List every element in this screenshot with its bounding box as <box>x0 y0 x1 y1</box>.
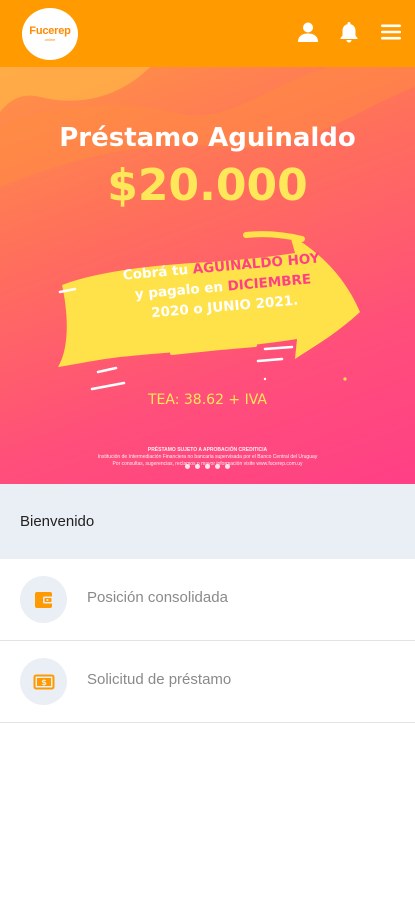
carousel-dot[interactable] <box>205 464 210 469</box>
menu-item-posicion-consolidada[interactable]: Posición consolidada <box>0 559 415 641</box>
carousel-dot[interactable] <box>215 464 220 469</box>
dollar-bill-icon: $ <box>20 658 67 705</box>
carousel-dot[interactable] <box>225 464 230 469</box>
logo-text: Fucerep <box>29 25 71 37</box>
banner-amount: $20.000 <box>107 160 308 211</box>
app-header: Fucerep online <box>0 0 415 67</box>
user-icon[interactable] <box>296 20 320 44</box>
logo-subtext: online <box>44 37 56 42</box>
wallet-icon <box>20 576 67 623</box>
bell-icon[interactable] <box>337 20 361 44</box>
banner-tea: TEA: 38.62 + IVA <box>148 392 267 408</box>
carousel-dot[interactable] <box>185 464 190 469</box>
promo-banner[interactable]: Préstamo Aguinaldo $20.000 Cobrá tu AGUI… <box>0 67 415 484</box>
svg-text:$: $ <box>41 678 47 687</box>
fine-print-line1: Institución de Intermediación Financiera… <box>97 454 318 460</box>
welcome-bar: Bienvenido <box>0 484 415 559</box>
menu-item-solicitud-prestamo[interactable]: $ Solicitud de préstamo <box>0 641 415 723</box>
carousel-dots <box>0 464 415 469</box>
banner-title: Préstamo Aguinaldo <box>59 123 356 153</box>
menu-item-label: Posición consolidada <box>87 589 228 606</box>
fucerep-logo[interactable]: Fucerep online <box>22 8 78 60</box>
fine-print-title: PRÉSTAMO SUJETO A APROBACIÓN CREDITICIA <box>147 447 268 453</box>
carousel-dot[interactable] <box>195 464 200 469</box>
menu-item-label: Solicitud de préstamo <box>87 671 232 688</box>
menu-icon[interactable] <box>379 20 403 44</box>
welcome-text: Bienvenido <box>20 513 95 530</box>
